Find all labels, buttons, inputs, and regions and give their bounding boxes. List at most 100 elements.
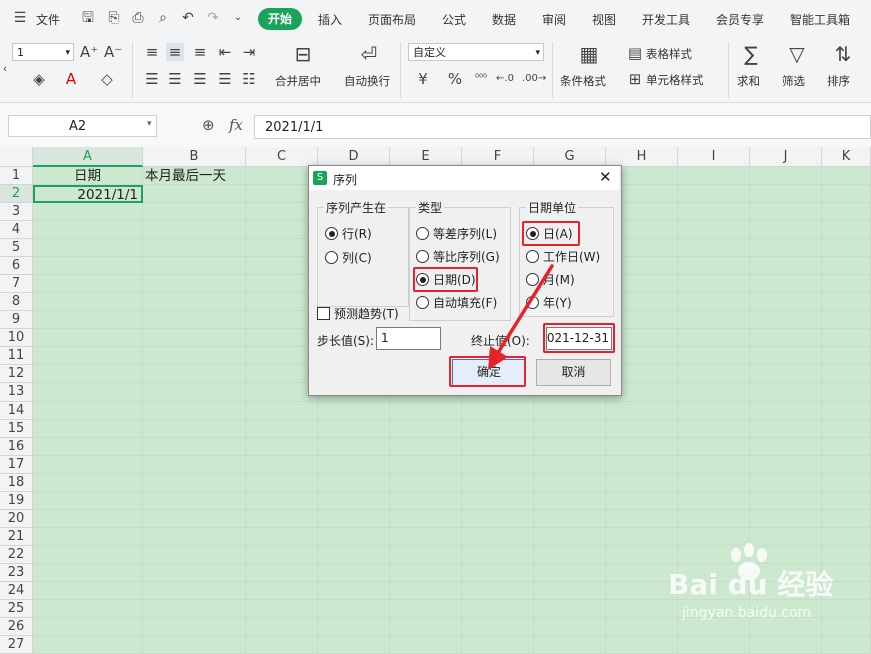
cell[interactable] [534,563,606,582]
cell[interactable] [822,437,871,456]
row-header[interactable]: 7 [0,275,33,294]
cell[interactable] [246,636,318,654]
column-header-d[interactable]: D [318,147,390,167]
cell[interactable] [143,618,246,637]
cell[interactable] [143,185,246,204]
row-header[interactable]: 15 [0,419,33,438]
cell[interactable] [534,581,606,600]
tab-insert[interactable]: 插入 [318,11,342,28]
cell[interactable] [462,473,534,492]
cell[interactable] [534,618,606,637]
cell[interactable] [390,599,462,618]
cell[interactable] [33,545,143,564]
cell[interactable] [822,221,871,240]
cell[interactable] [750,221,822,240]
cell[interactable] [246,419,318,438]
row-header[interactable]: 27 [0,636,33,654]
print-icon[interactable]: ⎙ [130,10,146,26]
cell[interactable] [534,401,606,420]
cell[interactable] [606,509,678,528]
column-header-h[interactable]: H [606,147,678,167]
cell[interactable] [33,311,143,330]
column-header-b[interactable]: B [143,147,246,167]
cell[interactable] [318,545,390,564]
cell[interactable] [534,527,606,546]
cell[interactable] [246,509,318,528]
cell[interactable] [678,437,750,456]
cell[interactable] [246,401,318,420]
cell[interactable] [143,347,246,366]
cell[interactable] [246,581,318,600]
cell[interactable] [246,599,318,618]
cell[interactable] [822,401,871,420]
cell[interactable] [822,293,871,312]
column-header-g[interactable]: G [534,147,606,167]
print-preview-icon[interactable]: ⌕ [155,10,171,26]
row-header[interactable]: 26 [0,618,33,637]
cell[interactable] [33,203,143,222]
cell[interactable] [390,636,462,654]
cell[interactable] [33,275,143,294]
wrap-text-icon[interactable]: ⏎ [356,42,382,66]
cell[interactable] [750,167,822,186]
cell[interactable] [750,329,822,348]
row-header[interactable]: 19 [0,491,33,510]
cell[interactable] [822,473,871,492]
radio-row[interactable]: 行(R) [325,227,372,241]
align-right-icon[interactable]: ☰ [191,70,209,88]
row-header[interactable]: 5 [0,239,33,258]
tab-member[interactable]: 会员专享 [716,11,764,28]
cell[interactable] [678,401,750,420]
tab-formulas[interactable]: 公式 [442,11,466,28]
cell[interactable] [822,636,871,654]
cell[interactable] [750,455,822,474]
cell[interactable] [750,203,822,222]
increase-decimal-icon[interactable]: ←.0 [496,70,514,88]
sort-icon[interactable]: ⇅ [830,42,856,66]
cell[interactable] [822,203,871,222]
cell[interactable] [143,527,246,546]
column-header-i[interactable]: I [678,147,750,167]
cell[interactable] [678,473,750,492]
cell[interactable] [143,419,246,438]
cell[interactable] [678,311,750,330]
cell[interactable] [143,203,246,222]
cell[interactable] [246,437,318,456]
font-color-icon[interactable]: A [62,70,80,88]
formula-input[interactable]: 2021/1/1 [254,115,871,139]
align-bottom-icon[interactable]: ≡ [191,43,209,61]
sort-button[interactable]: 排序 [827,73,850,89]
cell[interactable] [534,437,606,456]
cell[interactable] [678,239,750,258]
cell[interactable] [143,275,246,294]
tab-page-layout[interactable]: 页面布局 [368,11,416,28]
cell[interactable] [822,257,871,276]
cell[interactable] [318,437,390,456]
cell[interactable] [462,636,534,654]
cell[interactable] [678,455,750,474]
font-size-select[interactable]: 1 ▾ [12,43,74,61]
cell[interactable] [318,419,390,438]
cell[interactable] [33,509,143,528]
cell[interactable] [606,491,678,510]
close-icon[interactable]: ✕ [599,168,612,186]
cell[interactable] [822,365,871,384]
undo-icon[interactable]: ↶ [180,10,196,26]
merge-center-button[interactable]: 合并居中 [275,73,321,89]
indent-decrease-icon[interactable]: ⇤ [216,43,234,61]
cell[interactable] [143,383,246,402]
column-header-a[interactable]: A [33,147,143,167]
cell[interactable] [822,491,871,510]
save-icon[interactable]: 🖫 [80,10,96,26]
cell[interactable] [33,636,143,654]
cell[interactable] [678,257,750,276]
cell[interactable] [33,437,143,456]
row-header[interactable]: 14 [0,401,33,420]
align-middle-icon[interactable]: ≡ [166,43,184,61]
cell[interactable] [462,401,534,420]
chevron-left-icon[interactable]: ‹ [0,60,10,78]
cell[interactable] [750,239,822,258]
cell[interactable] [246,491,318,510]
cell[interactable] [678,383,750,402]
row-header[interactable]: 10 [0,329,33,348]
